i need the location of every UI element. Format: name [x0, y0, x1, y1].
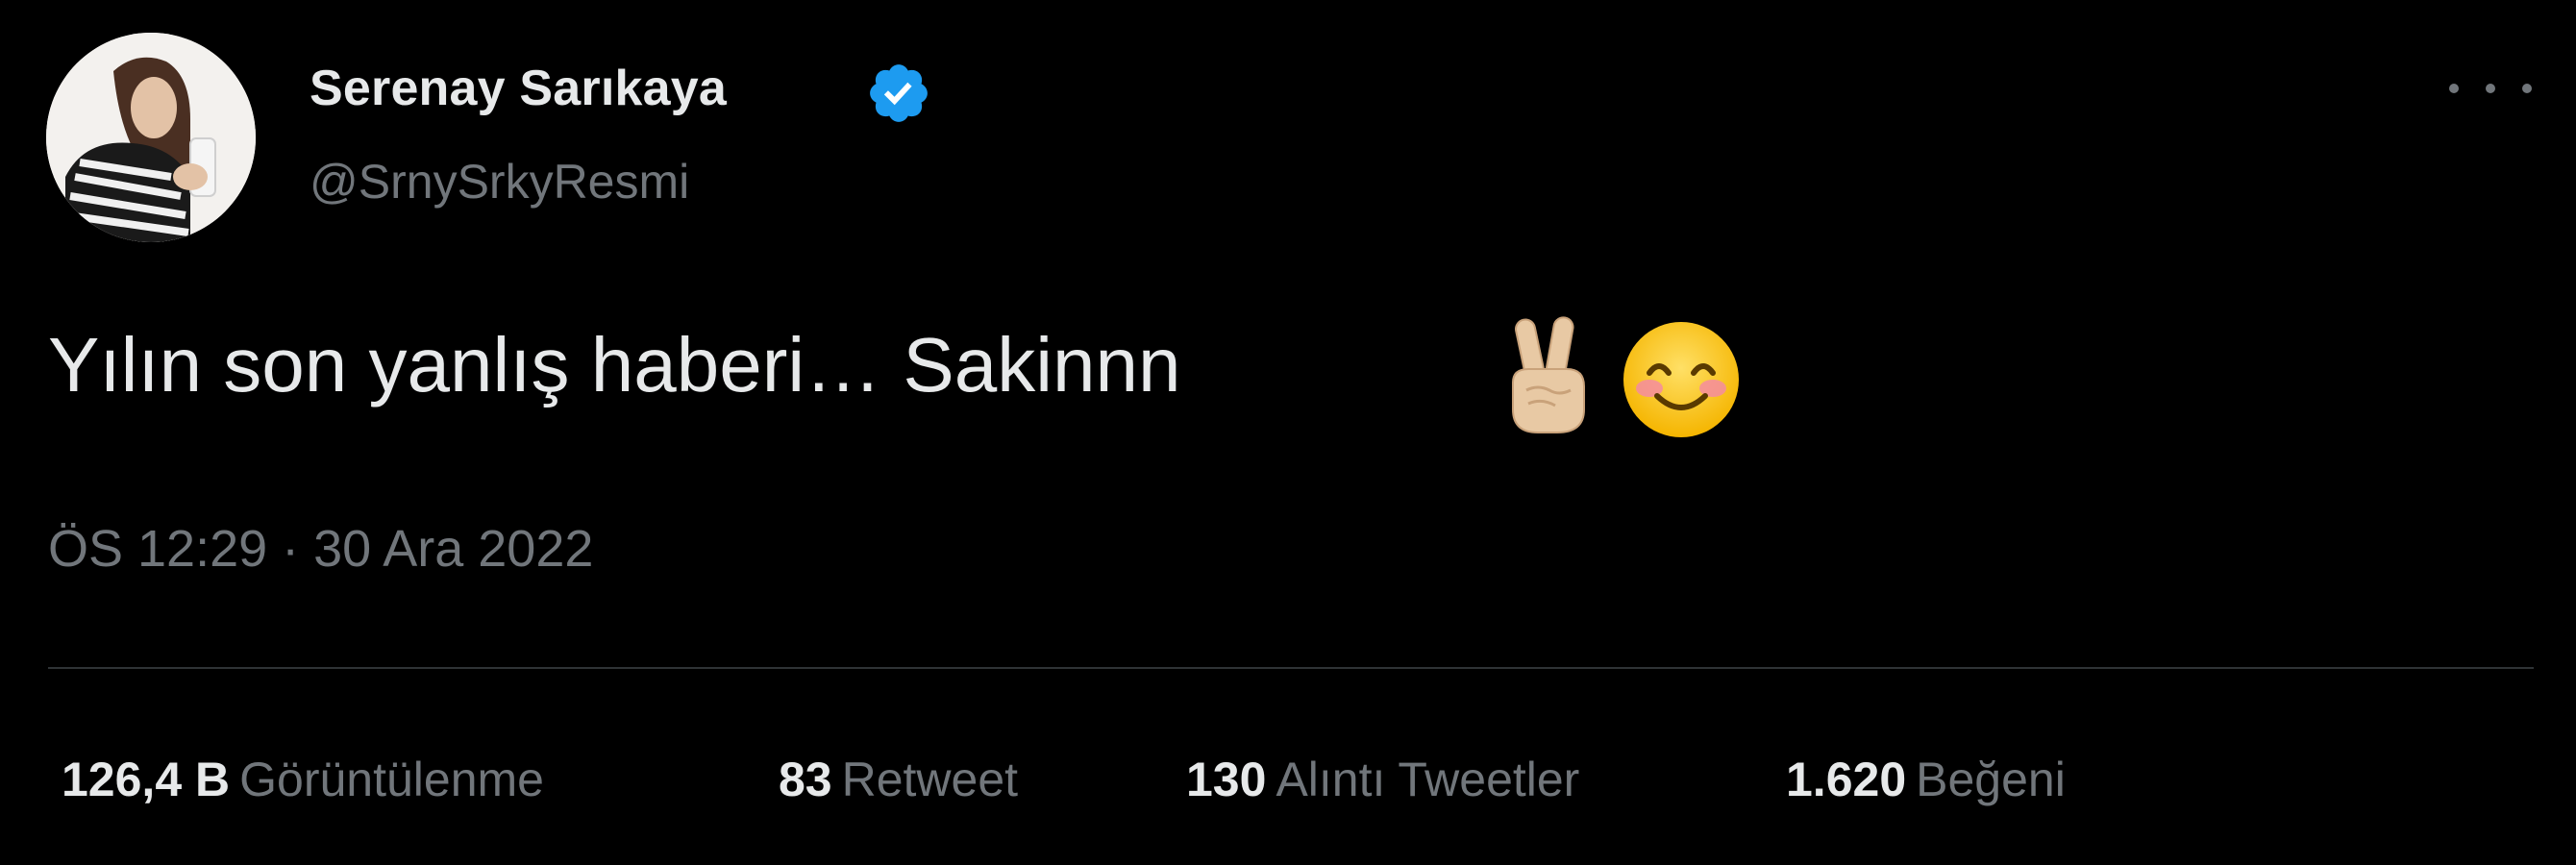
quotes-label: Alıntı Tweetler — [1276, 753, 1580, 806]
quotes-count: 130 — [1186, 753, 1267, 806]
author-display-name[interactable]: Serenay Sarıkaya — [310, 60, 727, 117]
tweet-timestamp[interactable]: ÖS 12:29 · 30 Ara 2022 — [48, 519, 593, 579]
stat-quotes[interactable]: 130 Alıntı Tweetler — [1186, 752, 1579, 807]
smiling-face-with-smiling-eyes-emoji — [1621, 319, 1742, 440]
views-count: 126,4 B — [62, 753, 231, 806]
stat-retweets[interactable]: 83 Retweet — [779, 752, 1018, 807]
retweets-label: Retweet — [841, 753, 1019, 806]
stat-views[interactable]: 126,4 B Görüntülenme — [62, 752, 544, 807]
avatar-image — [46, 33, 256, 242]
verified-badge-icon — [865, 60, 932, 127]
avatar[interactable] — [46, 33, 256, 242]
more-options-icon[interactable] — [2449, 69, 2532, 108]
author-handle[interactable]: @SrnySrkyResmi — [310, 154, 689, 210]
more-dot — [2449, 84, 2459, 93]
tweet-card: Serenay Sarıkaya @SrnySrkyResmi Yılın so… — [0, 0, 2576, 865]
stat-likes[interactable]: 1.620 Beğeni — [1786, 752, 2066, 807]
divider — [48, 667, 2534, 669]
likes-label: Beğeni — [1916, 753, 2066, 806]
likes-count: 1.620 — [1786, 753, 1907, 806]
retweets-count: 83 — [779, 753, 832, 806]
tweet-text: Yılın son yanlış haberi… Sakinnn — [48, 322, 1181, 408]
more-dot — [2486, 84, 2495, 93]
victory-hand-emoji — [1499, 313, 1596, 438]
views-label: Görüntülenme — [239, 753, 544, 806]
more-dot — [2522, 84, 2532, 93]
